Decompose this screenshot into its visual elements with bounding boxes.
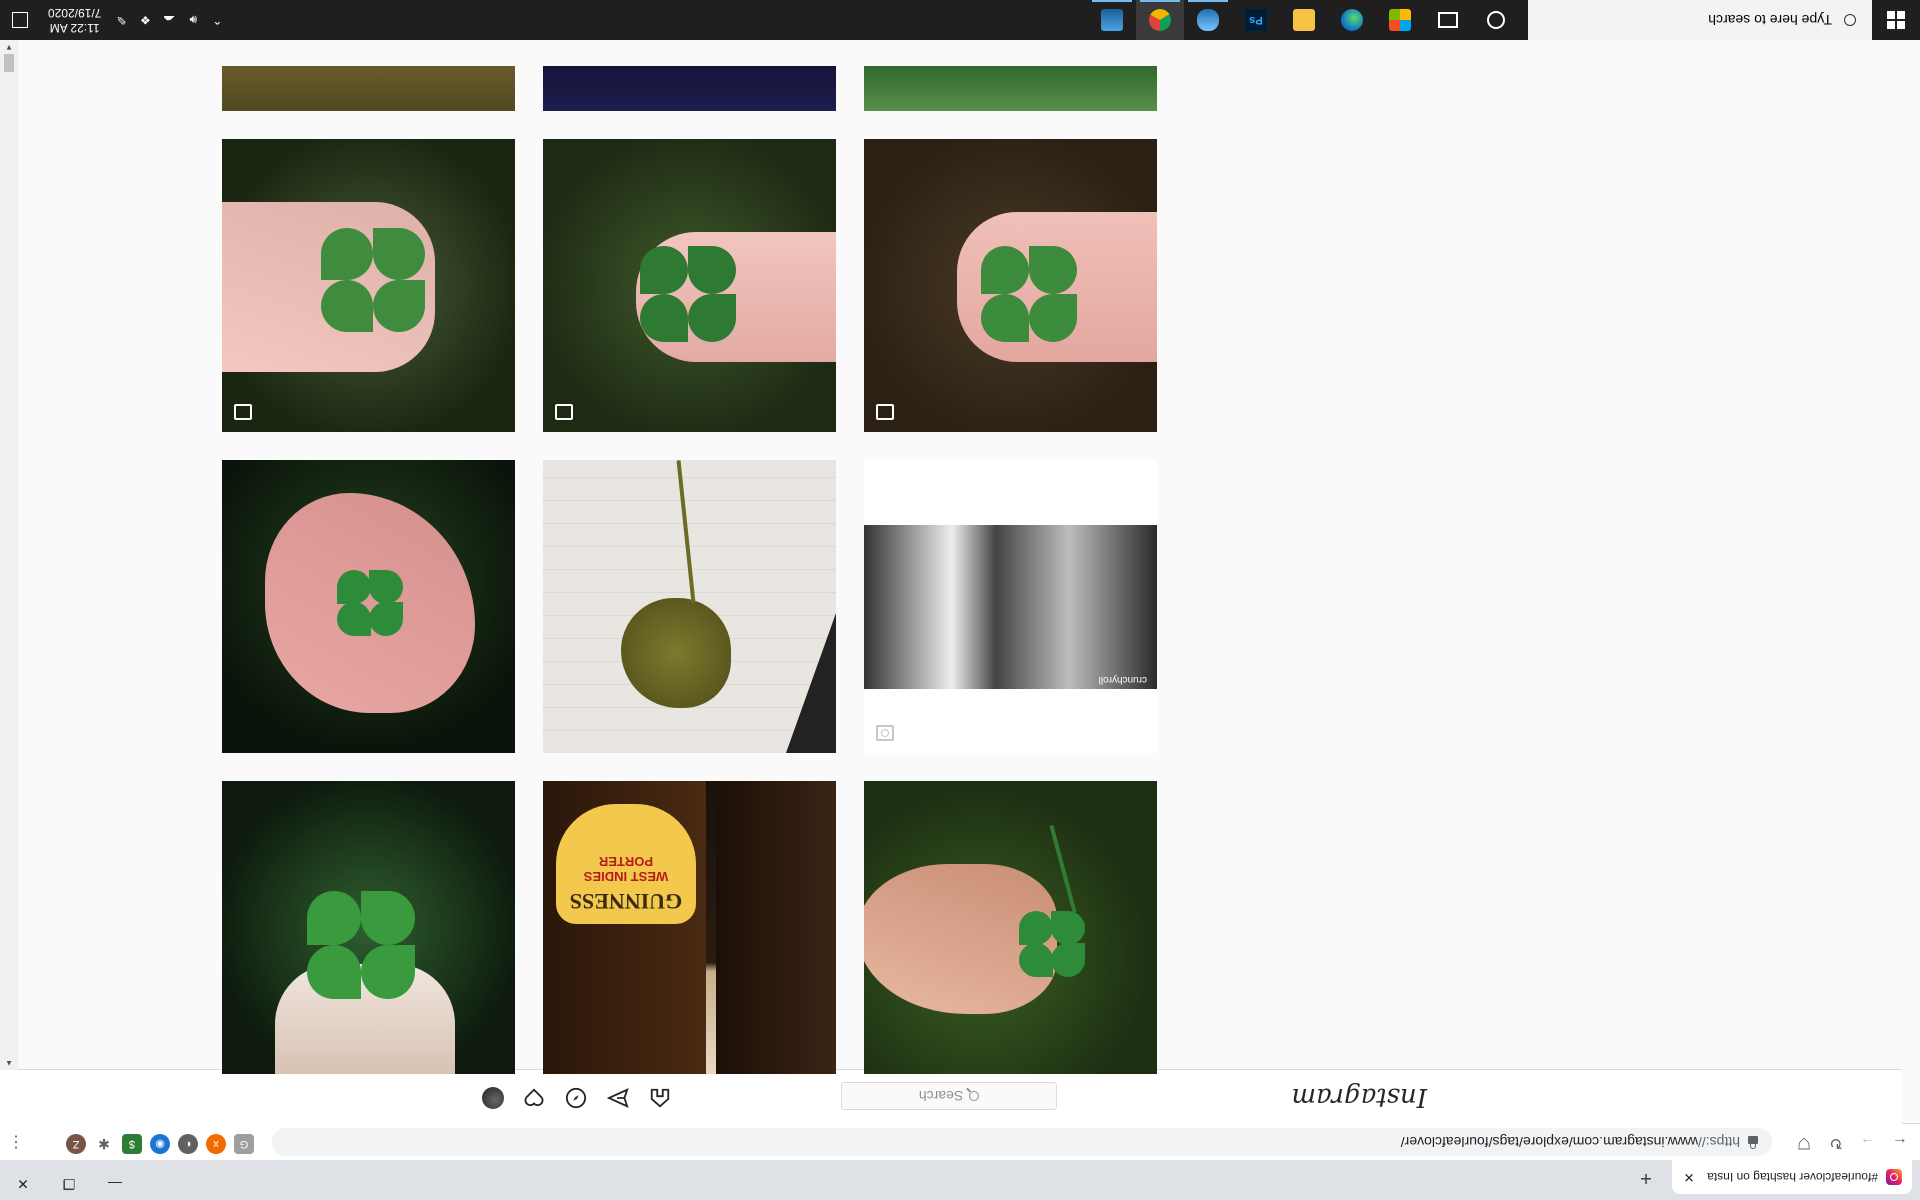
post-thumbnail[interactable]: crunchyroll bbox=[864, 460, 1157, 753]
url-text: https://www.instagram.com/explore/tags/f… bbox=[1400, 1134, 1740, 1150]
direct-message-icon[interactable] bbox=[606, 1086, 630, 1110]
search-input[interactable]: Search bbox=[841, 1082, 1057, 1110]
volume-icon[interactable]: 🕪 bbox=[181, 13, 205, 28]
lock-icon bbox=[1748, 1136, 1758, 1144]
activity-heart-icon[interactable] bbox=[522, 1086, 546, 1110]
chevron-up-icon[interactable]: ⌃ bbox=[205, 13, 229, 27]
windows-start-icon[interactable] bbox=[1872, 0, 1920, 40]
windows-taskbar: Type here to search Ps ⌃ 🕪 ☁ ❖ ✎ 11:22 A… bbox=[0, 0, 1920, 40]
onedrive-icon[interactable] bbox=[1184, 0, 1232, 40]
crunchyroll-watermark: crunchyroll bbox=[1098, 674, 1147, 685]
forward-arrow-icon[interactable]: → bbox=[1856, 1130, 1880, 1154]
video-still: crunchyroll bbox=[864, 525, 1157, 689]
page-scrollbar[interactable]: ▲ ▼ bbox=[0, 40, 18, 1070]
task-view-icon[interactable] bbox=[1424, 0, 1472, 40]
new-tab-button[interactable]: + bbox=[1632, 1164, 1660, 1192]
search-placeholder: Search bbox=[918, 1088, 964, 1104]
instagram-nav bbox=[482, 1086, 672, 1110]
scroll-down-arrow-icon[interactable]: ▼ bbox=[4, 42, 14, 52]
clover-image bbox=[335, 568, 405, 638]
post-thumbnail[interactable] bbox=[543, 66, 836, 111]
clover-image bbox=[305, 889, 415, 999]
chrome-taskbar-icon[interactable] bbox=[1136, 0, 1184, 40]
address-bar[interactable]: https://www.instagram.com/explore/tags/f… bbox=[272, 1128, 1772, 1156]
system-tray: ⌃ 🕪 ☁ ❖ ✎ 11:22 AM 7/19/2020 bbox=[0, 0, 229, 40]
chrome-menu-icon[interactable]: ⋮ bbox=[8, 1132, 24, 1152]
restore-button[interactable]: ❐ bbox=[46, 1168, 92, 1200]
post-thumbnail[interactable] bbox=[864, 781, 1157, 1074]
post-thumbnail[interactable] bbox=[222, 139, 515, 432]
tab-title: #fourleafclover hashtag on Insta bbox=[1707, 1170, 1878, 1184]
post-thumbnail[interactable] bbox=[543, 460, 836, 753]
extension-icons: G x ◐ ◉ $ ✱ Z bbox=[66, 1134, 254, 1154]
post-thumbnail[interactable] bbox=[864, 139, 1157, 432]
dropbox-icon[interactable]: ❖ bbox=[133, 13, 157, 27]
taskbar-apps: Ps bbox=[1088, 0, 1520, 40]
browser-toolbar: ← → ↻ ⛉ https://www.instagram.com/explor… bbox=[0, 1123, 1920, 1160]
home-icon[interactable] bbox=[648, 1086, 672, 1110]
scroll-up-arrow-icon[interactable]: ▲ bbox=[4, 1058, 14, 1068]
clock-time: 11:22 AM bbox=[49, 21, 100, 35]
cortana-icon[interactable] bbox=[1472, 0, 1520, 40]
taskbar-clock[interactable]: 11:22 AM 7/19/2020 bbox=[48, 5, 101, 35]
post-thumbnail[interactable] bbox=[222, 66, 515, 111]
clock-date: 7/19/2020 bbox=[48, 6, 102, 20]
post-thumbnail[interactable]: GUINNESS WEST INDIES PORTER bbox=[543, 781, 836, 1074]
onedrive-tray-icon[interactable]: ☁ bbox=[157, 13, 181, 27]
clover-image bbox=[636, 242, 736, 342]
multiple-photos-icon bbox=[555, 404, 573, 420]
taskbar-search-placeholder: Type here to search bbox=[1708, 12, 1832, 28]
extension-circle-icon[interactable]: ◐ bbox=[178, 1134, 198, 1154]
multiple-photos-icon bbox=[876, 404, 894, 420]
clover-image bbox=[315, 222, 425, 332]
reload-icon[interactable]: ↻ bbox=[1824, 1130, 1848, 1154]
extension-blue-icon[interactable]: ◉ bbox=[150, 1134, 170, 1154]
search-icon bbox=[969, 1091, 980, 1101]
browser-tab[interactable]: #fourleafclover hashtag on Insta ✕ bbox=[1672, 1160, 1912, 1194]
extension-dollar-icon[interactable]: $ bbox=[122, 1134, 142, 1154]
bottle-label: GUINNESS WEST INDIES PORTER bbox=[556, 804, 696, 924]
window-controls: — ❐ ✕ bbox=[0, 1168, 138, 1200]
scrollbar-thumb[interactable] bbox=[4, 54, 14, 72]
edge-icon[interactable] bbox=[1328, 0, 1376, 40]
instagram-header: Instagram Search bbox=[0, 1069, 1902, 1124]
back-arrow-icon[interactable]: ← bbox=[1888, 1130, 1912, 1154]
shield-icon[interactable]: ⛉ bbox=[1792, 1130, 1816, 1154]
taskbar-search-box[interactable]: Type here to search bbox=[1528, 0, 1872, 40]
instagram-logo[interactable]: Instagram bbox=[1291, 1082, 1427, 1112]
extension-x-icon[interactable]: x bbox=[206, 1134, 226, 1154]
microsoft-store-icon[interactable] bbox=[1376, 0, 1424, 40]
control-panel-icon[interactable] bbox=[1088, 0, 1136, 40]
tab-close-icon[interactable]: ✕ bbox=[1680, 1169, 1698, 1185]
minimize-button[interactable]: — bbox=[92, 1168, 138, 1200]
post-thumbnail[interactable] bbox=[543, 139, 836, 432]
photoshop-icon[interactable]: Ps bbox=[1232, 0, 1280, 40]
search-icon bbox=[1844, 14, 1856, 26]
multiple-photos-icon bbox=[234, 404, 252, 420]
post-thumbnail[interactable] bbox=[864, 66, 1157, 111]
post-thumbnail[interactable] bbox=[222, 781, 515, 1074]
profile-avatar-icon[interactable] bbox=[482, 1087, 504, 1109]
notification-icon[interactable] bbox=[0, 0, 40, 40]
profile-avatar[interactable]: Z bbox=[66, 1134, 86, 1154]
instagram-favicon-icon bbox=[1886, 1169, 1902, 1185]
pen-icon[interactable]: ✎ bbox=[109, 13, 133, 27]
extension-g-icon[interactable]: G bbox=[234, 1134, 254, 1154]
clover-image bbox=[977, 242, 1077, 342]
browser-tab-strip: #fourleafclover hashtag on Insta ✕ + — ❐… bbox=[0, 1160, 1920, 1200]
posts-grid: GUINNESS WEST INDIES PORTER crunchyroll bbox=[156, 66, 1157, 1074]
video-camera-icon bbox=[876, 725, 894, 741]
file-explorer-icon[interactable] bbox=[1280, 0, 1328, 40]
clover-image bbox=[1017, 909, 1087, 979]
close-window-button[interactable]: ✕ bbox=[0, 1168, 46, 1200]
explore-compass-icon[interactable] bbox=[564, 1086, 588, 1110]
screen: #fourleafclover hashtag on Insta ✕ + — ❐… bbox=[0, 0, 1920, 1200]
post-thumbnail[interactable] bbox=[222, 460, 515, 753]
pressed-clover-image bbox=[621, 598, 731, 708]
puzzle-icon[interactable]: ✱ bbox=[94, 1134, 114, 1154]
